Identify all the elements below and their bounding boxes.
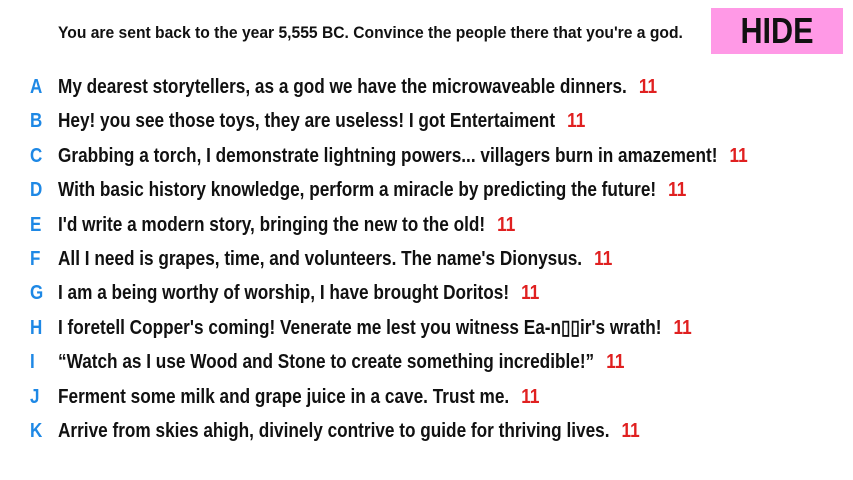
answer-text: Grabbing a torch, I demonstrate lightnin… (58, 144, 718, 167)
answer-item-g[interactable]: G I am a being worthy of worship, I have… (0, 276, 853, 310)
hide-button-label: HIDE (740, 10, 814, 51)
answer-letter: D (30, 179, 43, 202)
answer-score: 11 (497, 213, 516, 236)
answer-item-c[interactable]: C Grabbing a torch, I demonstrate lightn… (0, 139, 853, 173)
answer-score: 11 (594, 247, 613, 270)
answer-list: A My dearest storytellers, as a god we h… (0, 70, 853, 448)
answer-text: All I need is grapes, time, and voluntee… (58, 247, 583, 270)
answer-item-e[interactable]: E I'd write a modern story, bringing the… (0, 208, 853, 242)
answer-text: My dearest storytellers, as a god we hav… (58, 76, 627, 98)
answer-score: 11 (638, 76, 658, 98)
answer-letter: H (30, 316, 43, 339)
answer-score: 11 (673, 316, 692, 339)
answer-text: “Watch as I use Wood and Stone to create… (58, 351, 595, 374)
answer-text: Arrive from skies ahigh, divinely contri… (58, 419, 610, 442)
answer-text: I am a being worthy of worship, I have b… (58, 282, 510, 305)
answer-letter: I (30, 351, 35, 374)
answer-letter: C (30, 144, 43, 167)
answer-item-i[interactable]: I “Watch as I use Wood and Stone to crea… (0, 345, 853, 379)
answer-item-j[interactable]: J Ferment some milk and grape juice in a… (0, 380, 853, 414)
answer-item-h[interactable]: H I foretell Copper's coming! Venerate m… (0, 311, 853, 345)
answer-item-k[interactable]: K Arrive from skies ahigh, divinely cont… (0, 414, 853, 448)
answer-score: 11 (521, 282, 540, 305)
answer-score: 11 (521, 385, 540, 408)
hide-button[interactable]: HIDE (711, 8, 843, 54)
answer-text: I'd write a modern story, bringing the n… (58, 213, 486, 236)
answer-letter: F (30, 247, 41, 270)
answer-letter: J (30, 385, 40, 408)
answer-score: 11 (606, 351, 625, 374)
answer-score: 11 (668, 179, 687, 202)
answer-text: I foretell Copper's coming! Venerate me … (58, 316, 662, 339)
answer-text: Hey! you see those toys, they are useles… (58, 110, 556, 133)
answer-score: 11 (729, 144, 748, 167)
answer-score: 11 (567, 110, 586, 133)
answer-letter: A (30, 76, 43, 98)
answer-item-a[interactable]: A My dearest storytellers, as a god we h… (0, 70, 853, 104)
answer-item-b[interactable]: B Hey! you see those toys, they are usel… (0, 104, 853, 138)
answer-score: 11 (621, 419, 640, 442)
question-prompt: You are sent back to the year 5,555 BC. … (58, 23, 683, 42)
answer-letter: E (30, 213, 42, 236)
answer-letter: K (30, 419, 43, 442)
answer-item-f[interactable]: F All I need is grapes, time, and volunt… (0, 242, 853, 276)
answer-text: Ferment some milk and grape juice in a c… (58, 385, 510, 408)
answer-item-d[interactable]: D With basic history knowledge, perform … (0, 173, 853, 207)
answer-letter: G (30, 282, 44, 305)
answer-text: With basic history knowledge, perform a … (58, 179, 657, 202)
answer-letter: B (30, 110, 43, 133)
